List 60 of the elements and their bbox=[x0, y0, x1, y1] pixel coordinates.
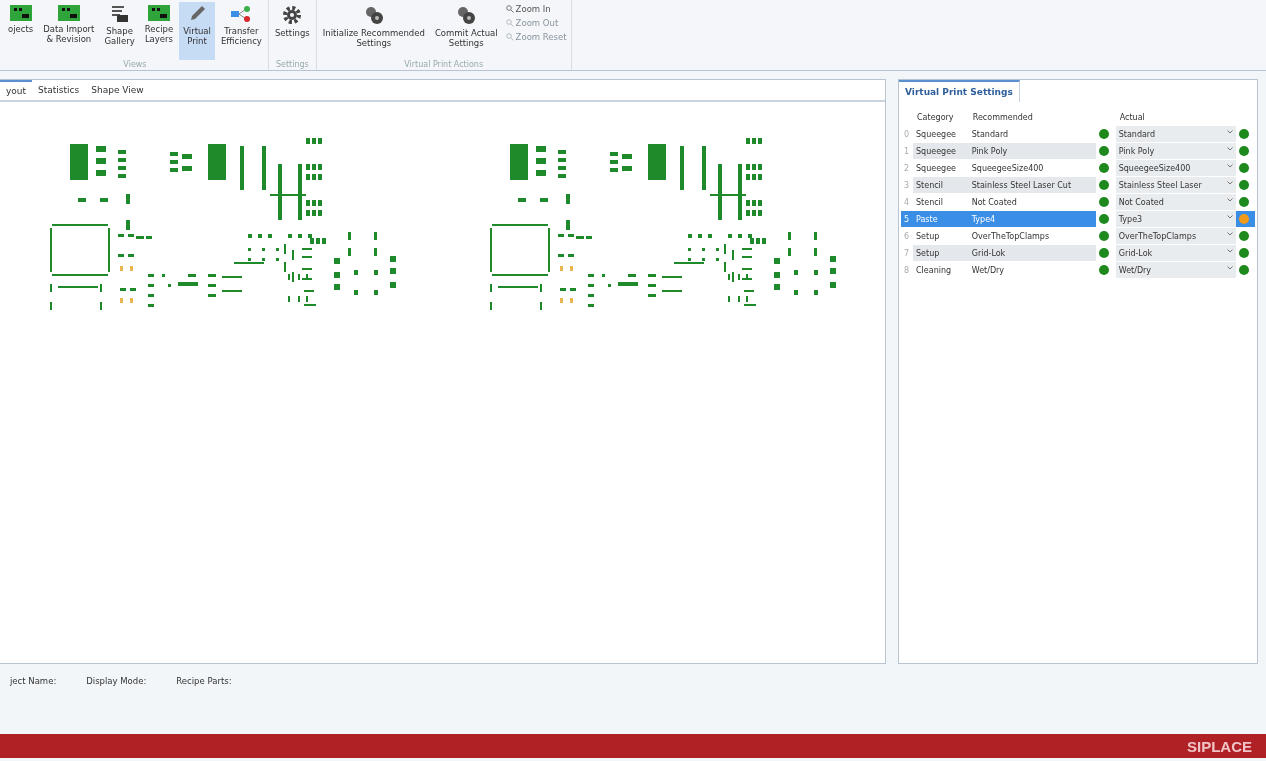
chevron-down-icon bbox=[1226, 265, 1233, 270]
row-number: 0 bbox=[901, 126, 913, 143]
ribbon-button[interactable]: Transfer Efficiency bbox=[216, 2, 266, 60]
status-label: ject Name: bbox=[10, 676, 57, 686]
actual-dropdown[interactable]: Standard bbox=[1115, 126, 1236, 143]
table-cell: OverTheTopClamps bbox=[968, 227, 1097, 245]
chevron-down-icon bbox=[1226, 231, 1233, 236]
table-cell: Squeegee bbox=[913, 159, 969, 177]
row-number: 4 bbox=[901, 193, 913, 211]
row-number: 2 bbox=[901, 159, 913, 177]
group-label: Virtual Print Actions bbox=[403, 60, 485, 70]
table-cell: Stencil bbox=[913, 193, 969, 211]
ribbon-button[interactable]: Commit Actual Settings bbox=[430, 2, 502, 60]
circuit-board-icon bbox=[57, 5, 80, 21]
gears-icon bbox=[456, 5, 477, 25]
network-icon bbox=[230, 5, 253, 23]
column-header: Actual bbox=[1115, 108, 1255, 126]
list-icon bbox=[110, 5, 129, 23]
circuit-board-icon bbox=[147, 5, 170, 21]
ribbon-button[interactable]: Initialize Recommended Settings bbox=[318, 2, 429, 60]
search-icon bbox=[505, 33, 514, 41]
status-label: Display Mode: bbox=[86, 676, 147, 686]
ribbon-button[interactable]: ojects bbox=[4, 2, 38, 60]
panel-tab[interactable]: Virtual Print Settings bbox=[899, 80, 1020, 102]
column-header: Recommended bbox=[968, 108, 1116, 126]
group-label: Settings bbox=[274, 60, 310, 70]
circuit-board-icon bbox=[9, 5, 32, 21]
brand-logo: SIPLACE bbox=[1187, 737, 1252, 755]
search-icon bbox=[505, 5, 514, 13]
chevron-down-icon bbox=[1226, 248, 1233, 253]
chevron-down-icon bbox=[1226, 163, 1233, 168]
zoom-button[interactable]: Zoom In bbox=[503, 4, 569, 14]
gears-icon bbox=[363, 5, 384, 25]
table-cell: Standard bbox=[968, 126, 1097, 143]
table-cell: Squeegee bbox=[913, 126, 969, 143]
status-label: Recipe Parts: bbox=[176, 676, 232, 686]
chevron-down-icon bbox=[1226, 129, 1233, 134]
table-cell: Not Coated bbox=[968, 193, 1097, 211]
ribbon-button[interactable]: Settings bbox=[270, 2, 314, 60]
row-number: 6 bbox=[901, 227, 913, 245]
column-header: Category bbox=[916, 111, 955, 124]
table-cell: Cleaning bbox=[913, 261, 969, 279]
chevron-down-icon bbox=[1226, 214, 1233, 219]
table-cell: Setup bbox=[913, 227, 969, 245]
row-number: 8 bbox=[901, 261, 913, 279]
chevron-down-icon bbox=[1226, 180, 1233, 185]
group-label: Views bbox=[122, 60, 148, 70]
view-tab[interactable]: Statistics bbox=[32, 80, 86, 100]
table-cell: SqueegeeSize400 bbox=[968, 159, 1097, 177]
view-tab[interactable]: Shape View bbox=[85, 80, 150, 100]
ribbon-button[interactable]: Data Import & Revision bbox=[39, 2, 99, 60]
table-cell: Wet/Dry bbox=[968, 261, 1097, 279]
gear-icon bbox=[282, 5, 303, 25]
ribbon-button[interactable]: Shape Gallery bbox=[100, 2, 139, 60]
chevron-down-icon bbox=[1226, 197, 1233, 202]
ribbon-button[interactable]: Virtual Print bbox=[179, 2, 215, 60]
ribbon-button[interactable]: Recipe Layers bbox=[140, 2, 178, 60]
chevron-down-icon bbox=[1226, 146, 1233, 151]
pen-icon bbox=[188, 5, 207, 23]
search-icon bbox=[505, 19, 514, 27]
